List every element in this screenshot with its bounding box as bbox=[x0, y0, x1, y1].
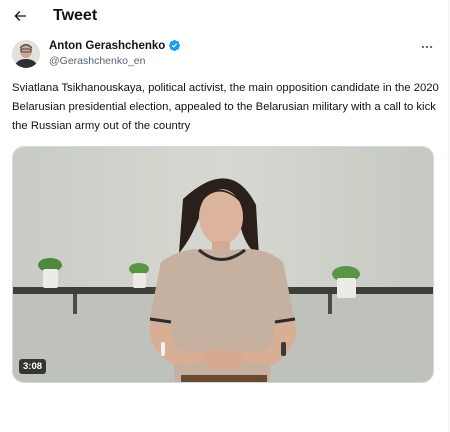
author-photo bbox=[12, 40, 40, 68]
avatar[interactable] bbox=[12, 40, 40, 68]
tweet-text: Sviatlana Tsikhanouskaya, political acti… bbox=[12, 82, 439, 132]
video-thumbnail bbox=[13, 147, 433, 382]
page-header: Tweet bbox=[0, 0, 448, 34]
more-horizontal-icon bbox=[421, 45, 433, 49]
back-button[interactable] bbox=[8, 4, 32, 28]
arrow-left-icon bbox=[14, 11, 26, 21]
video-player[interactable] bbox=[12, 146, 434, 383]
more-options-button[interactable] bbox=[416, 40, 438, 54]
tweet-page: Tweet Anton Gerashchenko @Gerashchenko_e… bbox=[0, 0, 449, 432]
page-title: Tweet bbox=[53, 7, 98, 24]
video-duration-badge: 3:08 bbox=[19, 359, 47, 374]
verified-badge-icon bbox=[168, 39, 181, 52]
author-handle[interactable]: @Gerashchenko_en bbox=[49, 55, 145, 67]
author-display-name[interactable]: Anton Gerashchenko bbox=[49, 40, 165, 52]
author-name-row: Anton Gerashchenko bbox=[49, 39, 181, 52]
